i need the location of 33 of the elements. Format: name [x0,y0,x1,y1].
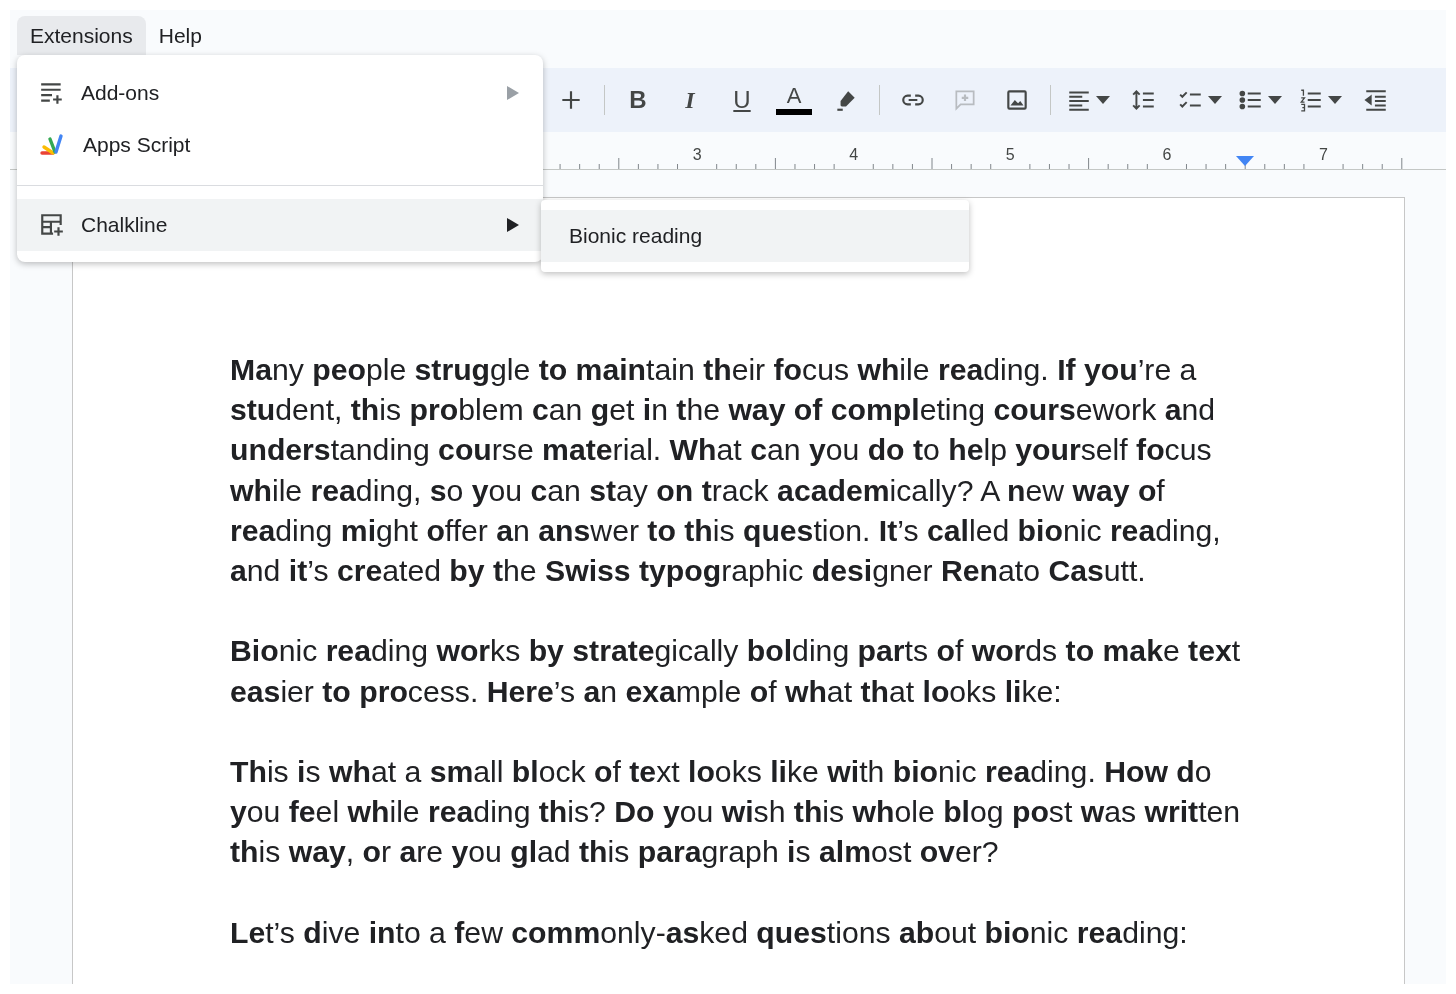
menu-item[interactable]: Add-ons [17,67,543,119]
add-comment-icon [952,87,978,113]
menu-bar-item[interactable]: Extensions [17,16,146,55]
decrease-indent-icon [1363,87,1389,113]
menu-item[interactable]: Chalkline [17,199,543,251]
document-paragraph: Many people struggle to maintain their focus while reading. If you’re a student, this problem can get in the way of completing coursework and understanding course material. What can you do to help yourself focus while reading, so you can stay on track academically? A new way of reading might offer an answer to this question. It’s called bionic reading, and it’s created by the Swiss typographic designer Renato Casutt. [230,352,1222,589]
caret-icon [1328,96,1342,104]
line-spacing-icon [1131,87,1157,113]
text-color-button[interactable]: A [772,78,816,122]
italic-button[interactable]: I [668,78,712,122]
underline-button[interactable]: U [720,78,764,122]
document-paragraph: Bionic reading works by strategically bolding parts of words to make text easier to process. Here’s an example of what that looks like: [230,633,1242,710]
ruler-number: 6 [1162,146,1172,163]
menu-item[interactable]: Apps Script [17,119,543,171]
bold-button[interactable]: B [616,78,660,122]
menu-item[interactable]: Bionic reading [541,210,969,262]
add-ons-icon [39,80,65,106]
ruler-number: 5 [1005,146,1015,163]
numbered-list-icon [1298,87,1324,113]
table-add-icon [39,212,65,238]
submenu-arrow-icon [507,86,519,100]
ruler-number: 7 [1319,146,1328,163]
image-icon [1004,87,1030,113]
caret-icon [1096,96,1110,104]
caret-icon [1268,96,1282,104]
ruler-number: 3 [692,146,702,163]
menu-bar-item[interactable]: Help [145,16,215,55]
indent-marker-icon[interactable] [1236,156,1254,166]
document-paragraph: Let’s dive into a few commonly-asked questions about bionic reading: [230,914,1189,951]
submenu-arrow-icon [507,218,519,232]
ruler-number: 4 [849,146,859,163]
document-paragraph: This is what a small block of text looks like with bionic reading. How do you feel while reading this? Do you wish this whole blog post was written this way, or are you glad this paragraph is almost over? [230,754,1242,871]
caret-icon [1208,96,1222,104]
